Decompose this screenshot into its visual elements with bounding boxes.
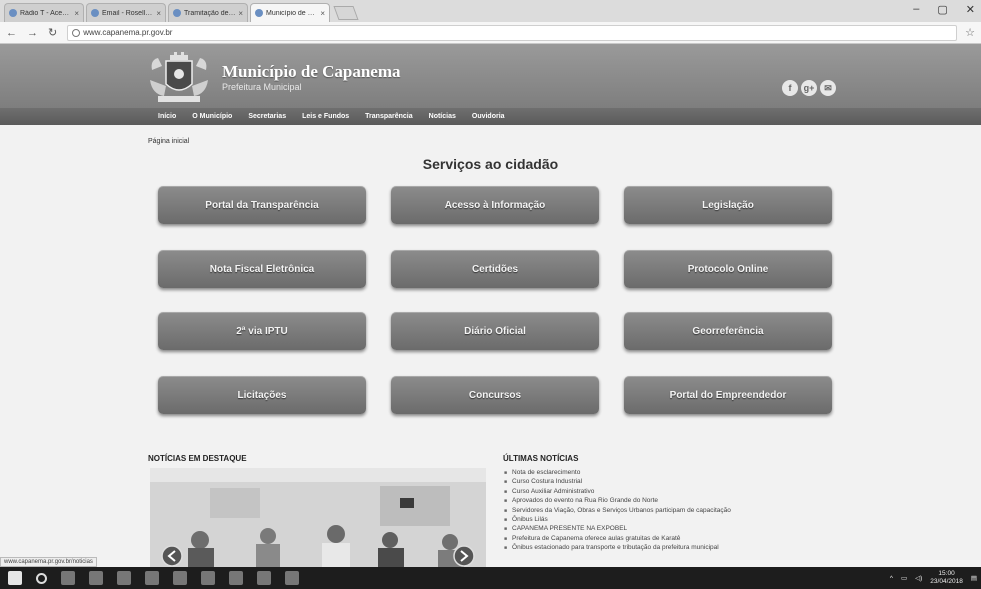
site-title[interactable]: Município de Capanema	[222, 62, 401, 82]
app-icon[interactable]	[257, 571, 271, 585]
georreferencia-button[interactable]: Georreferência	[624, 312, 832, 350]
tab-close-icon[interactable]: ×	[320, 9, 325, 18]
chrome-icon[interactable]	[145, 571, 159, 585]
windows-start-icon[interactable]	[8, 571, 22, 585]
tab-label: Rádio T - Acesso ...	[20, 9, 73, 17]
nav-item-inicio[interactable]: Início	[158, 113, 176, 120]
tab-label: Tramitação de processo	[184, 9, 237, 17]
address-bar: ← → ↻ www.capanema.pr.gov.br ☆	[0, 22, 981, 44]
list-item[interactable]: Curso Auxiliar Administrativo	[504, 487, 884, 496]
nav-item-transparencia[interactable]: Transparência	[365, 113, 412, 120]
info-icon[interactable]	[72, 28, 81, 37]
facebook-icon[interactable]: f	[782, 80, 798, 96]
forward-icon[interactable]: →	[27, 27, 38, 39]
favicon-icon	[91, 9, 99, 17]
featured-news-heading: NOTÍCIAS EM DESTAQUE	[148, 454, 247, 463]
licitacoes-button[interactable]: Licitações	[158, 376, 366, 414]
clock[interactable]: 15:00 23/04/2018	[930, 570, 963, 586]
legislacao-button[interactable]: Legislação	[624, 186, 832, 224]
latest-news-list: Nota de esclarecimento Curso Costura Ind…	[504, 468, 884, 553]
protocolo-online-button[interactable]: Protocolo Online	[624, 250, 832, 288]
close-icon[interactable]: ✕	[966, 3, 975, 16]
list-item[interactable]: Ônibus estacionado para transporte e tri…	[504, 543, 884, 552]
browser-tab-3[interactable]: Tramitação de processo ×	[168, 3, 248, 22]
list-item[interactable]: Nota de esclarecimento	[504, 468, 884, 477]
file-explorer-icon[interactable]	[89, 571, 103, 585]
maximize-icon[interactable]: ▢	[937, 3, 947, 16]
social-links: f g+ ✉	[782, 80, 836, 96]
concursos-button[interactable]: Concursos	[391, 376, 599, 414]
news-photo-image	[150, 468, 486, 567]
acesso-informacao-button[interactable]: Acesso à Informação	[391, 186, 599, 224]
favicon-icon	[173, 9, 181, 17]
list-item[interactable]: Aprovados do evento na Rua Rio Grande do…	[504, 496, 884, 505]
browser-tab-1[interactable]: Rádio T - Acesso ... ×	[4, 3, 84, 22]
google-plus-icon[interactable]: g+	[801, 80, 817, 96]
edge-icon[interactable]	[61, 571, 75, 585]
email-icon[interactable]: ✉	[820, 80, 836, 96]
url-input[interactable]: www.capanema.pr.gov.br	[67, 24, 958, 41]
main-nav: Início O Município Secretarias Leis e Fu…	[0, 108, 981, 125]
list-item[interactable]: CAPANEMA PRESENTE NA EXPOBEL	[504, 524, 884, 533]
favicon-icon	[9, 9, 17, 17]
clock-time: 15:00	[938, 570, 955, 577]
nav-item-leis[interactable]: Leis e Fundos	[302, 113, 349, 120]
app-icon[interactable]	[285, 571, 299, 585]
nav-item-ouvidoria[interactable]: Ouvidoria	[472, 113, 505, 120]
tab-label: Email - Rosella ...	[102, 9, 155, 17]
services-title: Serviços ao cidadão	[422, 156, 559, 172]
diario-oficial-button[interactable]: Diário Oficial	[391, 312, 599, 350]
clock-date: 23/04/2018	[930, 578, 963, 585]
store-icon[interactable]	[117, 571, 131, 585]
favicon-icon	[255, 9, 263, 17]
back-icon[interactable]: ←	[6, 27, 17, 39]
window-controls: – ▢ ✕	[913, 3, 975, 16]
nav-item-secretarias[interactable]: Secretarias	[248, 113, 286, 120]
page-viewport: Município de Capanema Prefeitura Municip…	[0, 44, 981, 567]
url-text: www.capanema.pr.gov.br	[83, 28, 173, 37]
tab-close-icon[interactable]: ×	[238, 9, 243, 18]
tab-label: Município de Capanema	[266, 9, 318, 17]
latest-news-heading: ÚLTIMAS NOTÍCIAS	[503, 454, 579, 463]
site-subtitle: Prefeitura Municipal	[222, 82, 302, 92]
tray-chevron-icon[interactable]: ^	[890, 575, 893, 582]
app-icon[interactable]	[201, 571, 215, 585]
notifications-icon[interactable]: ▤	[971, 574, 977, 582]
app-icon[interactable]	[173, 571, 187, 585]
breadcrumb: Página inicial	[148, 138, 190, 145]
browser-tab-2[interactable]: Email - Rosella ... ×	[86, 3, 166, 22]
nav-item-noticias[interactable]: Notícias	[429, 113, 456, 120]
list-item[interactable]: Ônibus Lilás	[504, 515, 884, 524]
tab-close-icon[interactable]: ×	[74, 9, 79, 18]
nav-item-municipio[interactable]: O Município	[192, 113, 232, 120]
browser-tab-4[interactable]: Município de Capanema ×	[250, 3, 330, 22]
taskbar: ^ ▭ ◁) 15:00 23/04/2018 ▤	[0, 567, 981, 589]
status-bar-url: www.capanema.pr.gov.br/noticias	[0, 557, 97, 567]
new-tab-button[interactable]	[333, 6, 359, 20]
list-item[interactable]: Servidores da Viação, Obras e Serviços U…	[504, 506, 884, 515]
certidoes-button[interactable]: Certidões	[391, 250, 599, 288]
minimize-icon[interactable]: –	[913, 3, 919, 16]
nota-fiscal-button[interactable]: Nota Fiscal Eletrônica	[158, 250, 366, 288]
reload-icon[interactable]: ↻	[48, 26, 57, 39]
coat-of-arms-icon[interactable]	[148, 50, 210, 104]
volume-icon[interactable]: ◁)	[915, 574, 922, 582]
list-item[interactable]: Curso Costura Industrial	[504, 477, 884, 486]
search-icon[interactable]	[36, 572, 47, 584]
bookmark-star-icon[interactable]: ☆	[965, 26, 975, 39]
portal-transparencia-button[interactable]: Portal da Transparência	[158, 186, 366, 224]
system-tray: ^ ▭ ◁) 15:00 23/04/2018 ▤	[890, 570, 977, 586]
app-icon[interactable]	[229, 571, 243, 585]
list-item[interactable]: Prefeitura de Capanema oferece aulas gra…	[504, 534, 884, 543]
featured-news-photo[interactable]	[150, 468, 486, 567]
network-icon[interactable]: ▭	[901, 574, 907, 582]
iptu-button[interactable]: 2ª via IPTU	[158, 312, 366, 350]
tab-close-icon[interactable]: ×	[156, 9, 161, 18]
portal-empreendedor-button[interactable]: Portal do Empreendedor	[624, 376, 832, 414]
tab-strip: Rádio T - Acesso ... × Email - Rosella .…	[0, 0, 981, 22]
site-header: Município de Capanema Prefeitura Municip…	[0, 44, 981, 108]
